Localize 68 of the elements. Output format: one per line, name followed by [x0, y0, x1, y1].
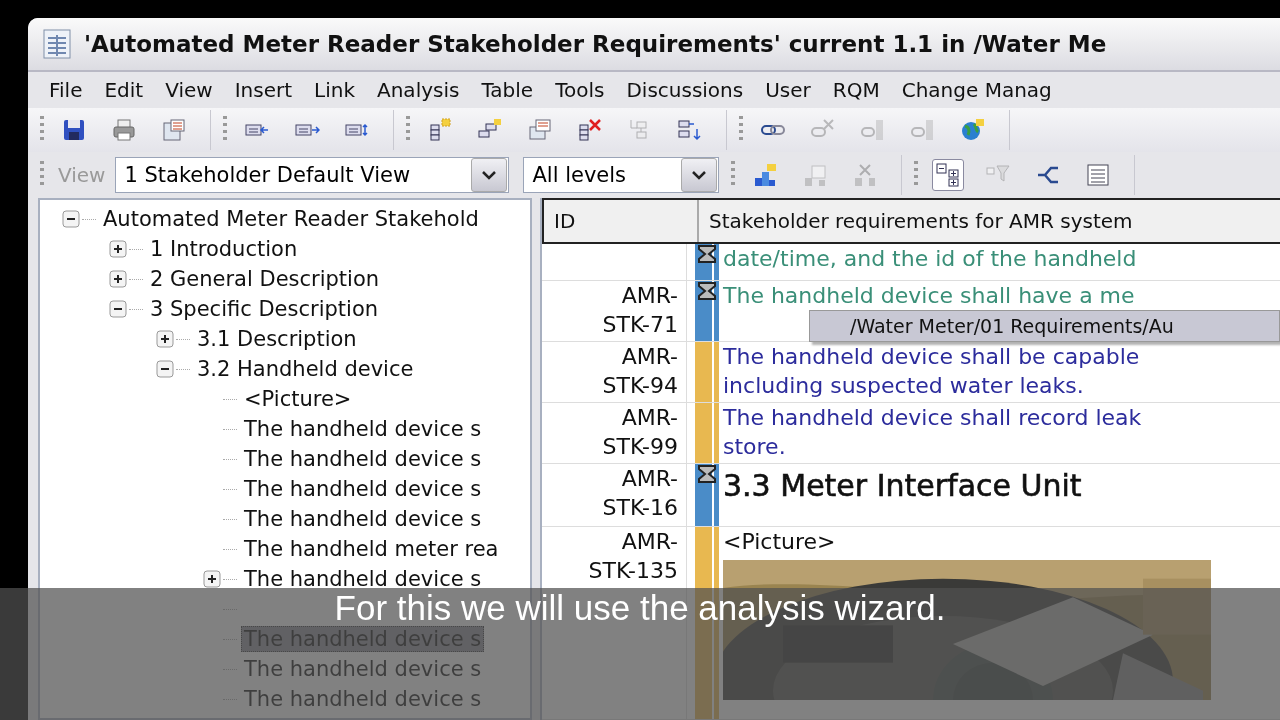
table-cell-text: AMR-STK-99	[601, 404, 678, 461]
stacked-boxes-icon	[427, 117, 453, 143]
tree-item[interactable]: The handheld meter rea	[241, 536, 502, 562]
tree-item[interactable]: The handheld device s	[241, 416, 485, 442]
subtitle-caption: For this we will use the analysis wizard.	[334, 590, 946, 626]
section-heading: 3.3 Meter Interface Unit	[723, 467, 1083, 505]
menu-item[interactable]: Edit	[93, 76, 155, 104]
tree-item[interactable]: <Picture>	[241, 386, 355, 412]
menu-item[interactable]: Table	[470, 76, 545, 104]
globe-icon	[960, 117, 986, 143]
printer-icon	[111, 117, 137, 143]
levels-dropdown[interactable]: All levels	[523, 157, 720, 193]
table-cell-text: AMR-STK-94	[601, 343, 678, 400]
tree-item[interactable]: 2 General Description	[147, 266, 383, 292]
requirement-text: including suspected water leaks.	[723, 372, 1085, 400]
tree-item[interactable]: 3 Specific Description	[147, 296, 382, 322]
view-dropdown[interactable]: 1 Stakeholder Default View	[115, 157, 510, 193]
menu-item[interactable]: Link	[303, 76, 366, 104]
tree-item[interactable]: The handheld device s	[241, 566, 485, 592]
expand-collapse-icon	[935, 162, 962, 188]
bar-blocks-icon	[752, 162, 779, 188]
column-header[interactable]: ID	[544, 200, 699, 242]
tree-item[interactable]: The handheld device s	[241, 506, 485, 532]
chain-link-icon	[910, 117, 936, 143]
collapse-icon[interactable]	[62, 210, 80, 228]
menu-item[interactable]: Insert	[223, 76, 304, 104]
menu-item[interactable]: Tools	[544, 76, 616, 104]
requirement-text: The handheld device shall have a me	[723, 282, 1136, 310]
bar-blocks-icon	[802, 162, 829, 188]
box-arrow-icon	[677, 117, 703, 143]
table-cell-text: AMR-STK-16	[601, 465, 678, 522]
requirement-text: date/time, and the id of the handheld	[723, 245, 1138, 273]
tree-item[interactable]: Automated Meter Reader Stakehold	[100, 206, 482, 232]
table-cell-text: AMR-STK-135	[587, 528, 678, 585]
menu-item[interactable]: Analysis	[366, 76, 471, 104]
window-title: 'Automated Meter Reader Stakeholder Requirements' current 1.1 in /Water Me	[84, 31, 1107, 57]
expand-icon[interactable]	[109, 270, 127, 288]
expand-icon[interactable]	[203, 570, 221, 588]
tree-item[interactable]: 3.1 Description	[194, 326, 360, 352]
collapse-icon[interactable]	[109, 300, 127, 318]
tree-item[interactable]: The handheld device s	[241, 446, 485, 472]
column-header[interactable]: Stakeholder requirements for AMR system	[699, 200, 1133, 242]
requirement-text: The handheld device shall be capable	[723, 343, 1141, 371]
expand-icon[interactable]	[156, 330, 174, 348]
tree-item[interactable]: 1 Introduction	[147, 236, 301, 262]
menu-item[interactable]: File	[38, 76, 94, 104]
document-icon	[42, 28, 72, 60]
requirement-text: store.	[723, 433, 787, 461]
toolbar-button[interactable]	[932, 159, 965, 191]
requirement-text: <Picture>	[723, 528, 837, 556]
list-icon	[1085, 162, 1112, 188]
collapse-icon[interactable]	[156, 360, 174, 378]
table-cell-text: AMR-STK-71	[601, 282, 678, 339]
expand-icon[interactable]	[109, 240, 127, 258]
view-label: View	[58, 163, 106, 187]
tree-item[interactable]: 3.2 Handheld device	[194, 356, 417, 382]
delete-icon	[577, 117, 603, 143]
tree-item[interactable]: The handheld device s	[241, 476, 485, 502]
path-tooltip: /Water Meter/01 Requirements/Au	[809, 310, 1280, 342]
menu-item[interactable]: RQM	[821, 76, 891, 104]
document-list-icon	[161, 117, 187, 143]
menu-item[interactable]: Change Manag	[890, 76, 1063, 104]
menu-item[interactable]: User	[754, 76, 822, 104]
menu-item[interactable]: View	[154, 76, 224, 104]
requirement-text: The handheld device shall record leak	[723, 404, 1143, 432]
menu-item[interactable]: Discussions	[615, 76, 755, 104]
window-icon	[527, 117, 553, 143]
chain-link-icon	[860, 117, 886, 143]
